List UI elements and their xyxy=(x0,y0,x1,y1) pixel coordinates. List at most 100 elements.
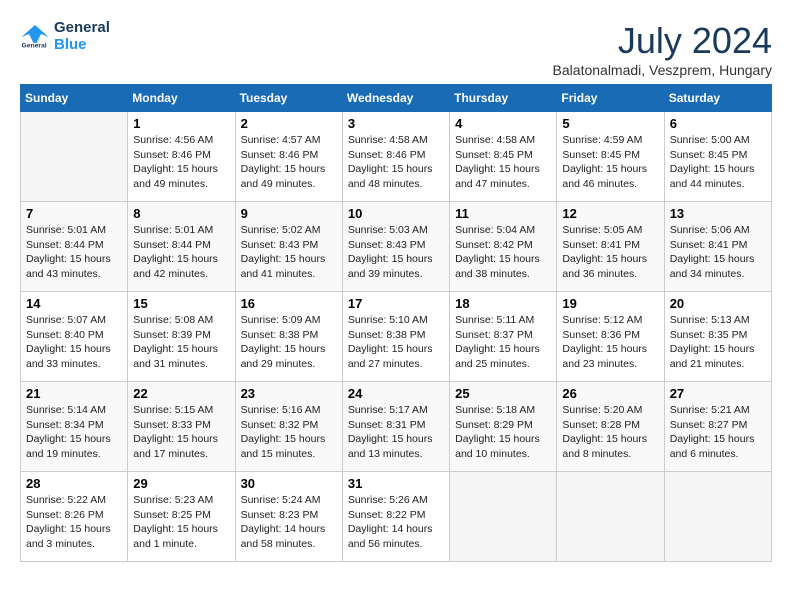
calendar-cell xyxy=(557,472,664,562)
calendar-cell: 2 Sunrise: 4:57 AMSunset: 8:46 PMDaylight… xyxy=(235,112,342,202)
day-info: Sunrise: 4:59 AMSunset: 8:45 PMDaylight:… xyxy=(562,133,658,192)
calendar-cell: 25 Sunrise: 5:18 AMSunset: 8:29 PMDayligh… xyxy=(450,382,557,472)
day-info: Sunrise: 5:22 AMSunset: 8:26 PMDaylight:… xyxy=(26,493,122,552)
calendar-cell: 17Sunrise: 5:10 AMSunset: 8:38 PMDayligh… xyxy=(342,292,449,382)
calendar-cell: 24Sunrise: 5:17 AMSunset: 8:31 PMDayligh… xyxy=(342,382,449,472)
calendar-cell: 1 Sunrise: 4:56 AMSunset: 8:46 PMDaylight… xyxy=(128,112,235,202)
day-info: Sunrise: 5:12 AMSunset: 8:36 PMDaylight:… xyxy=(562,313,658,372)
day-number: 3 xyxy=(348,116,444,131)
day-info: Sunrise: 5:05 AMSunset: 8:41 PMDaylight:… xyxy=(562,223,658,282)
day-number: 23 xyxy=(241,386,337,401)
day-info: Sunrise: 5:04 AMSunset: 8:42 PMDaylight:… xyxy=(455,223,551,282)
day-info: Sunrise: 5:07 AMSunset: 8:40 PMDaylight:… xyxy=(26,313,122,372)
calendar-cell: 10Sunrise: 5:03 AMSunset: 8:43 PMDayligh… xyxy=(342,202,449,292)
calendar-cell: 29 Sunrise: 5:23 AMSunset: 8:25 PMDayligh… xyxy=(128,472,235,562)
header-tuesday: Tuesday xyxy=(235,85,342,112)
header-friday: Friday xyxy=(557,85,664,112)
day-number: 27 xyxy=(670,386,766,401)
calendar-cell: 13Sunrise: 5:06 AMSunset: 8:41 PMDayligh… xyxy=(664,202,771,292)
calendar-cell: 15 Sunrise: 5:08 AMSunset: 8:39 PMDayligh… xyxy=(128,292,235,382)
calendar-cell: 5 Sunrise: 4:59 AMSunset: 8:45 PMDaylight… xyxy=(557,112,664,202)
day-info: Sunrise: 4:56 AMSunset: 8:46 PMDaylight:… xyxy=(133,133,229,192)
day-info: Sunrise: 5:16 AMSunset: 8:32 PMDaylight:… xyxy=(241,403,337,462)
day-number: 2 xyxy=(241,116,337,131)
calendar-cell xyxy=(664,472,771,562)
day-info: Sunrise: 4:58 AMSunset: 8:46 PMDaylight:… xyxy=(348,133,444,192)
calendar-cell: 20 Sunrise: 5:13 AMSunset: 8:35 PMDayligh… xyxy=(664,292,771,382)
calendar-cell xyxy=(450,472,557,562)
calendar-cell: 3 Sunrise: 4:58 AMSunset: 8:46 PMDaylight… xyxy=(342,112,449,202)
day-info: Sunrise: 5:11 AMSunset: 8:37 PMDaylight:… xyxy=(455,313,551,372)
header-saturday: Saturday xyxy=(664,85,771,112)
header-sunday: Sunday xyxy=(21,85,128,112)
day-info: Sunrise: 5:24 AMSunset: 8:23 PMDaylight:… xyxy=(241,493,337,552)
day-number: 9 xyxy=(241,206,337,221)
calendar-cell: 22 Sunrise: 5:15 AMSunset: 8:33 PMDayligh… xyxy=(128,382,235,472)
calendar-cell: 30 Sunrise: 5:24 AMSunset: 8:23 PMDayligh… xyxy=(235,472,342,562)
day-info: Sunrise: 5:18 AMSunset: 8:29 PMDaylight:… xyxy=(455,403,551,462)
page-header: General General Blue July 2024 Balatonal… xyxy=(20,20,772,78)
day-info: Sunrise: 5:15 AMSunset: 8:33 PMDaylight:… xyxy=(133,403,229,462)
day-number: 13 xyxy=(670,206,766,221)
day-info: Sunrise: 5:02 AMSunset: 8:43 PMDaylight:… xyxy=(241,223,337,282)
day-number: 29 xyxy=(133,476,229,491)
day-number: 30 xyxy=(241,476,337,491)
calendar-table: SundayMondayTuesdayWednesdayThursdayFrid… xyxy=(20,84,772,562)
calendar-week-4: 28 Sunrise: 5:22 AMSunset: 8:26 PMDayligh… xyxy=(21,472,772,562)
day-info: Sunrise: 5:23 AMSunset: 8:25 PMDaylight:… xyxy=(133,493,229,552)
calendar-cell: 19 Sunrise: 5:12 AMSunset: 8:36 PMDayligh… xyxy=(557,292,664,382)
header-monday: Monday xyxy=(128,85,235,112)
calendar-week-3: 21 Sunrise: 5:14 AMSunset: 8:34 PMDayligh… xyxy=(21,382,772,472)
logo-text-blue: Blue xyxy=(54,37,110,54)
day-info: Sunrise: 4:58 AMSunset: 8:45 PMDaylight:… xyxy=(455,133,551,192)
day-number: 20 xyxy=(670,296,766,311)
calendar-cell: 11Sunrise: 5:04 AMSunset: 8:42 PMDayligh… xyxy=(450,202,557,292)
day-number: 6 xyxy=(670,116,766,131)
calendar-cell: 8Sunrise: 5:01 AMSunset: 8:44 PMDaylight… xyxy=(128,202,235,292)
calendar-cell: 9 Sunrise: 5:02 AMSunset: 8:43 PMDaylight… xyxy=(235,202,342,292)
calendar-cell: 27 Sunrise: 5:21 AMSunset: 8:27 PMDayligh… xyxy=(664,382,771,472)
day-number: 31 xyxy=(348,476,444,491)
calendar-cell: 31 Sunrise: 5:26 AMSunset: 8:22 PMDayligh… xyxy=(342,472,449,562)
day-info: Sunrise: 5:17 AMSunset: 8:31 PMDaylight:… xyxy=(348,403,444,462)
day-number: 19 xyxy=(562,296,658,311)
day-info: Sunrise: 5:13 AMSunset: 8:35 PMDaylight:… xyxy=(670,313,766,372)
day-info: Sunrise: 5:14 AMSunset: 8:34 PMDaylight:… xyxy=(26,403,122,462)
day-number: 21 xyxy=(26,386,122,401)
day-number: 22 xyxy=(133,386,229,401)
calendar-cell: 28 Sunrise: 5:22 AMSunset: 8:26 PMDayligh… xyxy=(21,472,128,562)
day-number: 1 xyxy=(133,116,229,131)
calendar-cell: 12Sunrise: 5:05 AMSunset: 8:41 PMDayligh… xyxy=(557,202,664,292)
day-number: 10 xyxy=(348,206,444,221)
calendar-cell: 14 Sunrise: 5:07 AMSunset: 8:40 PMDayligh… xyxy=(21,292,128,382)
day-number: 26 xyxy=(562,386,658,401)
logo-text-general: General xyxy=(54,20,110,37)
calendar-cell: 23 Sunrise: 5:16 AMSunset: 8:32 PMDayligh… xyxy=(235,382,342,472)
day-number: 14 xyxy=(26,296,122,311)
calendar-cell: 21 Sunrise: 5:14 AMSunset: 8:34 PMDayligh… xyxy=(21,382,128,472)
day-info: Sunrise: 5:01 AMSunset: 8:44 PMDaylight:… xyxy=(26,223,122,282)
calendar-week-2: 14 Sunrise: 5:07 AMSunset: 8:40 PMDayligh… xyxy=(21,292,772,382)
day-info: Sunrise: 4:57 AMSunset: 8:46 PMDaylight:… xyxy=(241,133,337,192)
calendar-body: 1 Sunrise: 4:56 AMSunset: 8:46 PMDaylight… xyxy=(21,112,772,562)
header-thursday: Thursday xyxy=(450,85,557,112)
day-number: 15 xyxy=(133,296,229,311)
day-number: 5 xyxy=(562,116,658,131)
day-info: Sunrise: 5:21 AMSunset: 8:27 PMDaylight:… xyxy=(670,403,766,462)
calendar-cell: 16 Sunrise: 5:09 AMSunset: 8:38 PMDayligh… xyxy=(235,292,342,382)
calendar-subtitle: Balatonalmadi, Veszprem, Hungary xyxy=(553,62,772,78)
day-number: 4 xyxy=(455,116,551,131)
day-number: 8 xyxy=(133,206,229,221)
calendar-cell: 6Sunrise: 5:00 AMSunset: 8:45 PMDaylight… xyxy=(664,112,771,202)
day-info: Sunrise: 5:10 AMSunset: 8:38 PMDaylight:… xyxy=(348,313,444,372)
calendar-cell: 4 Sunrise: 4:58 AMSunset: 8:45 PMDaylight… xyxy=(450,112,557,202)
title-area: July 2024 Balatonalmadi, Veszprem, Hunga… xyxy=(553,20,772,78)
day-number: 16 xyxy=(241,296,337,311)
calendar-header-row: SundayMondayTuesdayWednesdayThursdayFrid… xyxy=(21,85,772,112)
day-number: 25 xyxy=(455,386,551,401)
day-number: 28 xyxy=(26,476,122,491)
day-info: Sunrise: 5:09 AMSunset: 8:38 PMDaylight:… xyxy=(241,313,337,372)
day-info: Sunrise: 5:20 AMSunset: 8:28 PMDaylight:… xyxy=(562,403,658,462)
day-info: Sunrise: 5:26 AMSunset: 8:22 PMDaylight:… xyxy=(348,493,444,552)
day-info: Sunrise: 5:08 AMSunset: 8:39 PMDaylight:… xyxy=(133,313,229,372)
